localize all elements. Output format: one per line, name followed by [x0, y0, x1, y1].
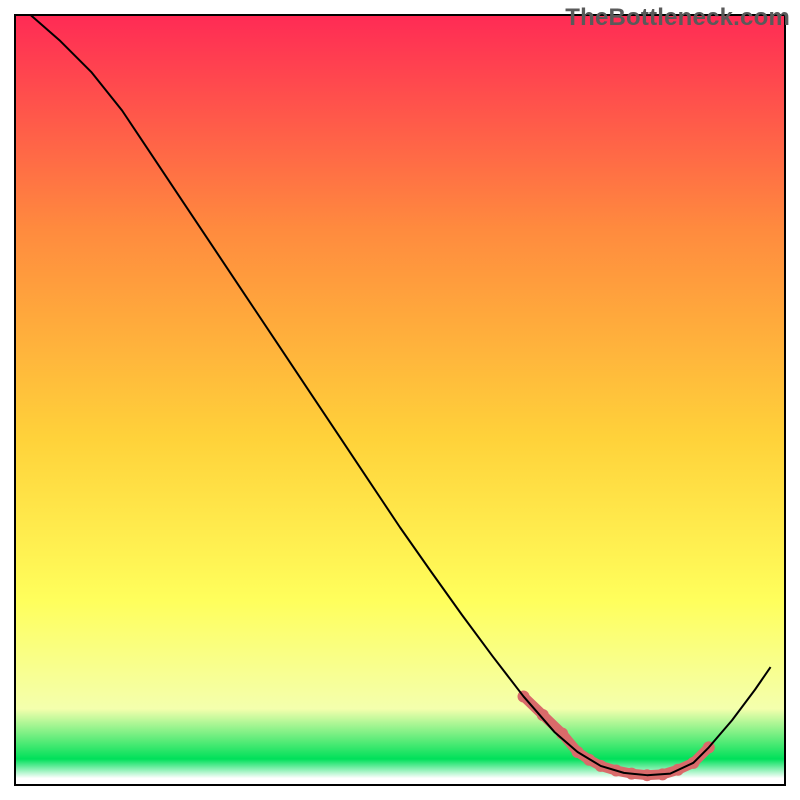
chart-plot — [0, 0, 800, 800]
watermark-label: TheBottleneck.com — [565, 4, 790, 32]
gradient-background — [14, 14, 786, 786]
chart-container: TheBottleneck.com — [0, 0, 800, 800]
